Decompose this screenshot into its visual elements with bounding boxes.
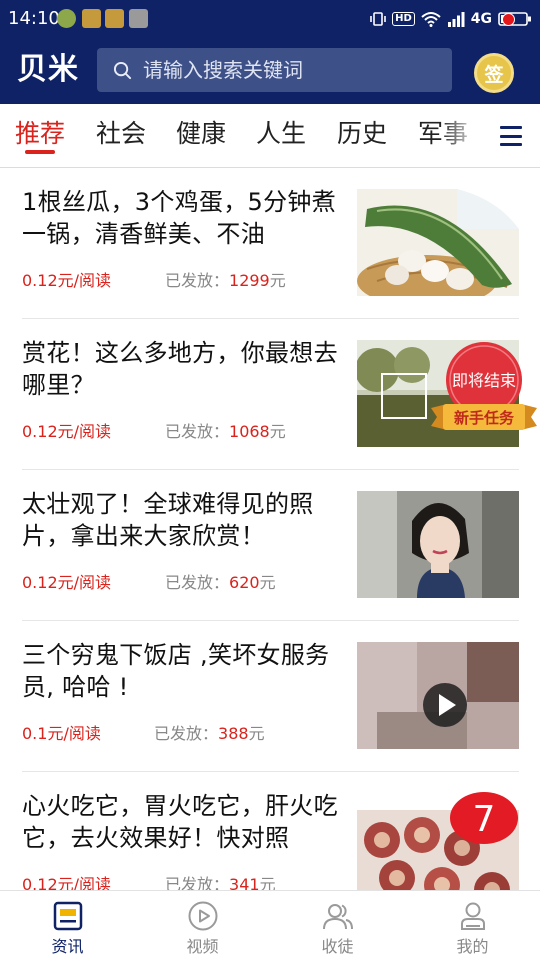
wifi-icon [421, 12, 441, 27]
news-title: 1根丝瓜，3个鸡蛋，5分钟煮一锅，清香鲜美、不油 [22, 188, 337, 248]
play-icon [188, 901, 217, 931]
network-type: 4G [470, 11, 492, 27]
news-meta: 0.1元/阅读 已发放：388元 [22, 723, 265, 745]
user-icon [460, 902, 485, 930]
status-bar: 14:10 HD 4G [0, 0, 540, 38]
news-item[interactable]: 三个穷鬼下饭店 ,笑坏女服务员, 哈哈 ! 0.1元/阅读 已发放：388元 [0, 621, 540, 772]
nav-recruit[interactable]: 收徒 [270, 891, 405, 960]
news-feed: 1根丝瓜，3个鸡蛋，5分钟煮一锅，清香鲜美、不油 0.12元/阅读 已发放：12… [0, 168, 540, 890]
news-meta: 0.12元/阅读 已发放：620元 [22, 572, 276, 594]
nav-video[interactable]: 视频 [135, 891, 270, 960]
news-title: 太壮观了！全球难得见的照片，拿出来大家欣赏！ [22, 490, 314, 550]
nav-label: 收徒 [321, 937, 354, 956]
news-meta: 0.12元/阅读 已发放：1299元 [22, 270, 286, 292]
promo-line2: 新手任务 [454, 409, 515, 427]
nav-profile[interactable]: 我的 [405, 891, 540, 960]
notification-icon-2 [82, 9, 101, 28]
news-title: 三个穷鬼下饭店 ,笑坏女服务员, 哈哈 ! [22, 641, 330, 701]
app-header: 贝米 请输入搜索关键词 签 [0, 38, 540, 104]
signal-icon [447, 12, 465, 27]
video-thumbnail [357, 642, 519, 749]
bottom-navigation: 资讯 视频 收徒 我的 [0, 890, 540, 960]
news-thumbnail [357, 189, 519, 296]
paid-out: 已发放：620元 [165, 573, 276, 592]
nav-label: 我的 [456, 937, 489, 956]
status-time: 14:10 [8, 8, 60, 29]
news-meta: 0.12元/阅读 已发放：1068元 [22, 421, 286, 443]
reward-rate: 0.12元/阅读 [22, 271, 112, 290]
news-thumbnail [357, 491, 519, 598]
nav-label: 资讯 [51, 937, 84, 956]
paid-out: 已发放：1068元 [165, 422, 286, 441]
search-placeholder: 请输入搜索关键词 [143, 58, 303, 82]
signin-label: 签 [484, 63, 504, 86]
people-icon [322, 904, 353, 930]
active-tab-indicator [25, 150, 55, 154]
hd-icon: HD [392, 12, 415, 26]
news-item[interactable]: 太壮观了！全球难得见的照片，拿出来大家欣赏！ 0.12元/阅读 已发放：620元 [0, 470, 540, 621]
news-title: 心火吃它，胃火吃它，肝火吃它，去火效果好！快对照 [22, 792, 338, 852]
nav-news[interactable]: 资讯 [0, 891, 135, 960]
red-packet-badge[interactable]: 7 [449, 791, 519, 845]
nav-label: 视频 [186, 937, 219, 956]
newbie-task-badge[interactable]: 即将结束 新手任务 [427, 338, 539, 442]
app-logo: 贝米 [17, 52, 79, 87]
tab-society[interactable]: 社会 [96, 118, 146, 150]
signin-notification-dot [502, 13, 515, 26]
notification-icon-4 [129, 9, 148, 28]
news-meta: 0.12元/阅读 已发放：341元 [22, 874, 276, 890]
tab-fade-overlay [440, 104, 480, 166]
badge-number: 7 [473, 799, 496, 840]
tab-history[interactable]: 历史 [337, 118, 387, 150]
paid-out: 已发放：388元 [154, 724, 265, 743]
paid-out: 已发放：341元 [165, 875, 276, 890]
notification-icon-3 [105, 9, 124, 28]
news-icon [53, 901, 82, 931]
paid-out: 已发放：1299元 [165, 271, 286, 290]
reward-rate: 0.12元/阅读 [22, 573, 112, 592]
notification-icon-1 [57, 9, 76, 28]
reward-rate: 0.12元/阅读 [22, 875, 112, 890]
search-bar[interactable]: 请输入搜索关键词 [97, 48, 452, 92]
news-item[interactable]: 1根丝瓜，3个鸡蛋，5分钟煮一锅，清香鲜美、不油 0.12元/阅读 已发放：12… [0, 168, 540, 319]
promo-line1: 即将结束 [452, 371, 516, 390]
news-title: 赏花！这么多地方，你最想去哪里？ [22, 339, 338, 399]
signin-button[interactable]: 签 [474, 53, 514, 93]
search-icon [113, 61, 132, 80]
tab-health[interactable]: 健康 [176, 118, 226, 150]
tab-life[interactable]: 人生 [256, 118, 306, 150]
category-menu-icon[interactable] [500, 126, 522, 146]
reward-rate: 0.1元/阅读 [22, 724, 101, 743]
tab-recommend[interactable]: 推荐 [15, 118, 65, 150]
vibrate-icon [370, 12, 386, 26]
reward-rate: 0.12元/阅读 [22, 422, 112, 441]
